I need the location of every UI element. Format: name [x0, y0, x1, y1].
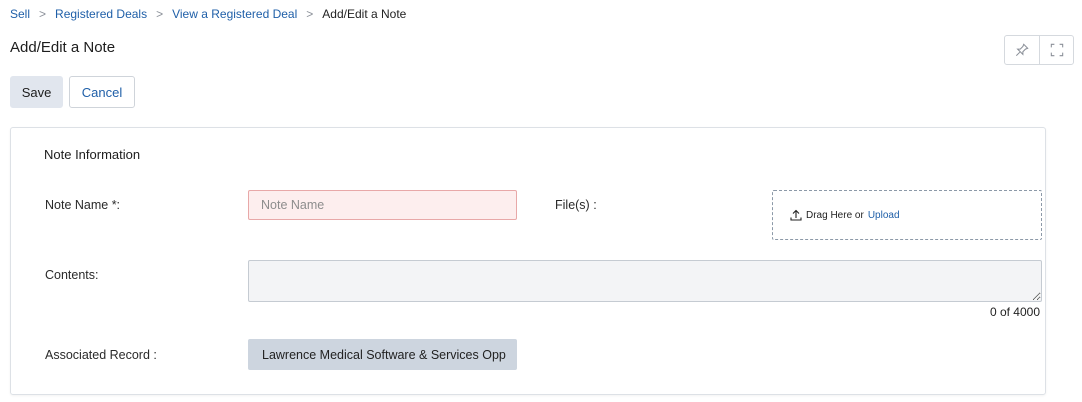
breadcrumb-link-view-registered-deal[interactable]: View a Registered Deal	[172, 7, 297, 21]
fullscreen-icon[interactable]	[1039, 36, 1073, 64]
files-label: File(s) :	[555, 198, 597, 212]
contents-textarea[interactable]	[248, 260, 1042, 302]
character-counter: 0 of 4000	[989, 305, 1040, 319]
chevron-right-icon: >	[306, 7, 314, 21]
note-name-label: Note Name *:	[45, 198, 121, 212]
breadcrumb-link-sell[interactable]: Sell	[10, 7, 30, 21]
associated-record-label: Associated Record :	[45, 348, 157, 362]
chevron-right-icon: >	[156, 7, 164, 21]
chevron-right-icon: >	[39, 7, 47, 21]
section-title: Note Information	[44, 147, 141, 162]
file-dropzone[interactable]: Drag Here or Upload	[772, 190, 1042, 240]
header-actions	[1004, 35, 1074, 65]
drag-here-text: Drag Here or	[806, 209, 864, 221]
associated-record-field[interactable]: Lawrence Medical Software & Services Opp	[248, 339, 517, 370]
action-bar: Save Cancel	[10, 76, 135, 108]
cancel-button[interactable]: Cancel	[69, 76, 135, 108]
pin-icon[interactable]	[1005, 36, 1039, 64]
save-button[interactable]: Save	[10, 76, 63, 108]
upload-link[interactable]: Upload	[868, 210, 900, 221]
note-name-input[interactable]	[248, 190, 517, 220]
breadcrumb-link-registered-deals[interactable]: Registered Deals	[55, 7, 147, 21]
upload-icon	[790, 209, 802, 221]
page-title: Add/Edit a Note	[10, 39, 116, 56]
contents-label: Contents:	[45, 268, 99, 282]
breadcrumb-current: Add/Edit a Note	[322, 7, 407, 21]
breadcrumb: Sell > Registered Deals > View a Registe…	[10, 6, 406, 22]
note-information-card: Note Information Note Name *: File(s) : …	[10, 127, 1046, 395]
